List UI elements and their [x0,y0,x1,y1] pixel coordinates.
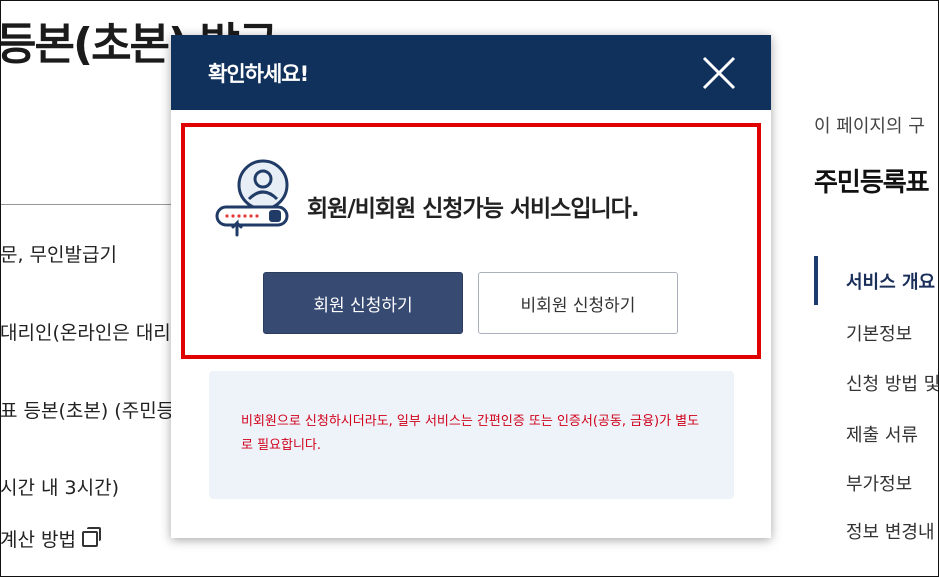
member-apply-button[interactable]: 회원 신청하기 [263,272,463,334]
modal-title: 확인하세요! [208,62,309,86]
fee-calc-link[interactable]: 계산 방법 [0,525,101,552]
side-nav-apply-method[interactable]: 신청 방법 및 [846,370,939,396]
page-description: 이 페이지의 구 [814,116,925,137]
service-notice-text: 회원/비회원 신청가능 서비스입니다. [307,196,640,222]
user-login-icon [215,159,289,237]
fee-calc-label: 계산 방법 [0,529,76,551]
modal-header: 확인하세요! [171,35,771,110]
side-nav-basic-info[interactable]: 기본정보 [846,320,912,346]
side-nav-additional-info[interactable]: 부가정보 [846,470,912,496]
side-nav-documents[interactable]: 제출 서류 [846,421,918,447]
bg-line-2: 대리인(온라인은 대리 [0,322,171,344]
bg-line-4: 시간 내 3시간) [0,477,119,499]
info-text: 비회원으로 신청하시더라도, 일부 서비스는 간편인증 또는 인증서(공동, 금… [241,414,700,453]
service-notice-box: 회원/비회원 신청가능 서비스입니다. 회원 신청하기 비회원 신청하기 [181,123,761,359]
confirm-modal: 확인하세요! 회원/비회원 신청가능 서비스입니다. 회원 신청하기 비회원 신… [171,35,771,538]
section-heading: 주민등록표 [814,168,930,198]
copy-icon [81,527,101,547]
side-nav-overview[interactable]: 서비스 개요 [846,268,935,294]
close-button[interactable] [701,55,737,91]
close-icon [702,56,736,90]
guest-apply-button[interactable]: 비회원 신청하기 [478,272,678,334]
title-divider [0,204,172,205]
side-nav-change-history[interactable]: 정보 변경내 [846,518,935,544]
bg-line-1: 문, 무인발급기 [0,244,117,266]
side-nav-indicator [814,256,818,305]
bg-line-3: 표 등본(초본) (주민등 [0,400,175,422]
info-box: 비회원으로 신청하시더라도, 일부 서비스는 간편인증 또는 인증서(공동, 금… [209,371,734,499]
